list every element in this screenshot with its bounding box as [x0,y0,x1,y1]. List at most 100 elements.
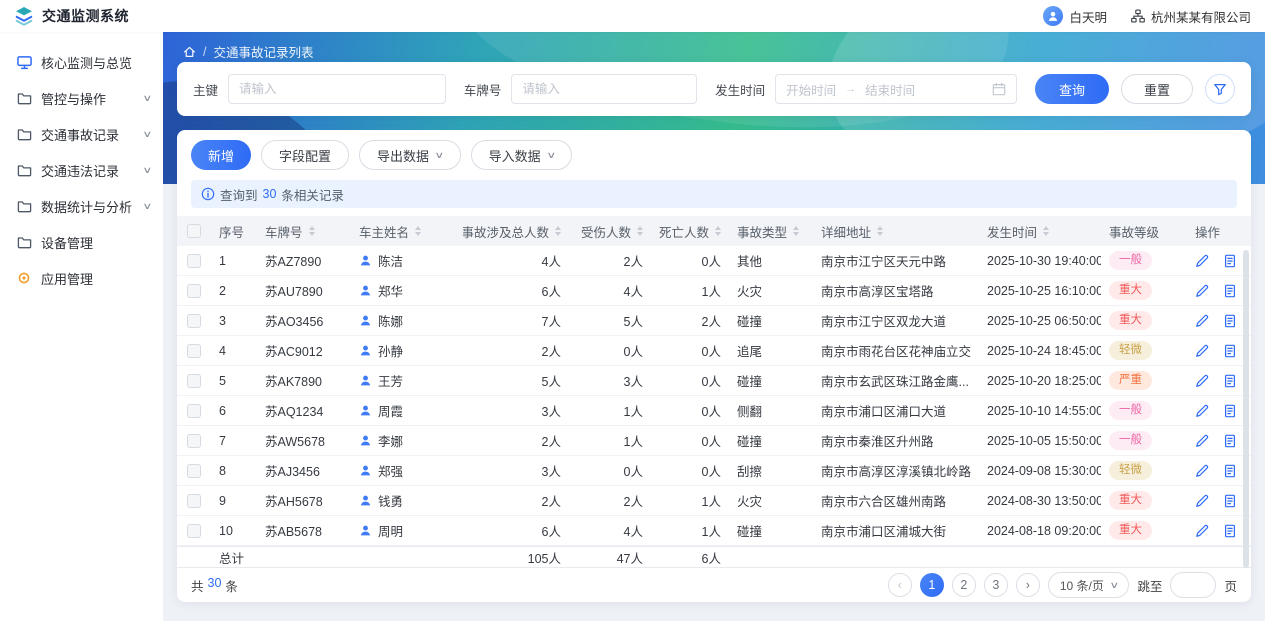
home-icon[interactable] [183,45,196,58]
plate-input[interactable] [511,74,697,104]
sidebar-item-7[interactable]: 应用管理 [0,260,163,296]
cell-time: 2024-08-30 13:50:00 [979,486,1101,515]
page-button-2[interactable]: 2 [952,573,976,597]
cell-injured: 2人 [569,486,651,515]
cell-deaths: 0人 [651,336,729,365]
row-checkbox[interactable] [187,464,201,478]
page-button-3[interactable]: 3 [984,573,1008,597]
cell-owner: 周明 [351,516,463,545]
org-menu[interactable]: 杭州某某有限公司 [1131,7,1251,26]
select-all-cell [177,216,211,246]
cell-plate: 苏AK7890 [257,366,351,395]
edit-icon[interactable] [1195,434,1209,448]
cell-type: 碰撞 [729,516,813,545]
end-time-placeholder: 结束时间 [865,80,915,99]
cell-plate: 苏AZ7890 [257,246,351,275]
row-checkbox[interactable] [187,344,201,358]
view-icon[interactable] [1223,464,1237,478]
sidebar-item-3[interactable]: 交通事故记录∨ [0,116,163,152]
column-header-owner[interactable]: 车主姓名 [351,216,463,246]
cell-owner: 陈洁 [351,246,463,275]
row-checkbox[interactable] [187,434,201,448]
row-checkbox[interactable] [187,314,201,328]
page-button-1[interactable]: 1 [920,573,944,597]
sidebar-item-2[interactable]: 管控与操作∨ [0,80,163,116]
reset-button[interactable]: 重置 [1121,74,1193,104]
view-icon[interactable] [1223,404,1237,418]
total-row: 总计 105人 47人 6人 [177,546,1251,568]
chevron-down-icon: ∨ [546,150,556,161]
cell-total: 6人 [463,516,569,545]
sidebar-item-5[interactable]: 数据统计与分析∨ [0,188,163,224]
field-config-button[interactable]: 字段配置 [261,140,349,170]
edit-icon[interactable] [1195,374,1209,388]
view-icon[interactable] [1223,254,1237,268]
row-checkbox[interactable] [187,374,201,388]
chevron-down-icon: ∨ [143,165,153,176]
row-checkbox[interactable] [187,404,201,418]
column-header-address[interactable]: 详细地址 [813,216,979,246]
time-range-picker[interactable]: 开始时间 → 结束时间 [775,74,1017,104]
add-button[interactable]: 新增 [191,140,251,170]
cell-seq: 1 [211,246,257,275]
filter-button[interactable] [1205,74,1235,104]
column-header-injured[interactable]: 受伤人数 [569,216,651,246]
sidebar-item-6[interactable]: 设备管理 [0,224,163,260]
edit-icon[interactable] [1195,524,1209,538]
sidebar-item-4[interactable]: 交通违法记录∨ [0,152,163,188]
user-menu[interactable]: 白天明 [1043,6,1107,26]
cell-seq: 10 [211,516,257,545]
row-checkbox[interactable] [187,494,201,508]
folder-icon [16,162,32,178]
view-icon[interactable] [1223,374,1237,388]
page-size-select[interactable]: 10 条/页 ∨ [1048,572,1130,598]
edit-icon[interactable] [1195,254,1209,268]
cell-owner: 郑华 [351,276,463,305]
jump-label: 跳至 [1137,576,1162,595]
edit-icon[interactable] [1195,404,1209,418]
jump-page-input[interactable] [1170,572,1216,598]
cell-injured: 0人 [569,456,651,485]
view-icon[interactable] [1223,284,1237,298]
view-icon[interactable] [1223,494,1237,508]
column-header-plate[interactable]: 车牌号 [257,216,351,246]
total-people: 105人 [463,547,569,567]
prev-page-button[interactable]: ‹ [888,573,912,597]
column-header-deaths[interactable]: 死亡人数 [651,216,729,246]
import-button[interactable]: 导入数据 ∨ [471,140,573,170]
cell-time: 2025-10-25 06:50:00 [979,306,1101,335]
row-checkbox[interactable] [187,524,201,538]
cell-deaths: 0人 [651,456,729,485]
sidebar-item-label: 设备管理 [41,233,153,252]
row-checkbox[interactable] [187,284,201,298]
edit-icon[interactable] [1195,464,1209,478]
cell-ops [1187,426,1251,455]
table-row: 8苏AJ3456郑强3人0人0人刮擦南京市高淳区淳溪镇北岭路2024-09-08… [177,456,1251,486]
query-button[interactable]: 查询 [1035,74,1109,104]
column-header-type[interactable]: 事故类型 [729,216,813,246]
edit-icon[interactable] [1195,344,1209,358]
view-icon[interactable] [1223,314,1237,328]
row-checkbox[interactable] [187,254,201,268]
primary-key-input[interactable] [228,74,446,104]
select-all-checkbox[interactable] [187,224,201,238]
edit-icon[interactable] [1195,314,1209,328]
view-icon[interactable] [1223,524,1237,538]
sort-icon [877,226,883,236]
edit-icon[interactable] [1195,494,1209,508]
next-page-button[interactable]: › [1016,573,1040,597]
view-icon[interactable] [1223,344,1237,358]
brand: 交通监测系统 [14,6,129,26]
cell-owner: 王芳 [351,366,463,395]
export-button[interactable]: 导出数据 ∨ [359,140,461,170]
sidebar-item-1[interactable]: 核心监测与总览 [0,44,163,80]
edit-icon[interactable] [1195,284,1209,298]
cell-total: 7人 [463,306,569,335]
column-header-total[interactable]: 事故涉及总人数 [463,216,569,246]
column-header-time[interactable]: 发生时间 [979,216,1101,246]
person-icon [359,254,372,267]
vertical-scrollbar[interactable] [1243,250,1249,568]
view-icon[interactable] [1223,434,1237,448]
target-icon [16,270,32,286]
cell-level: 轻微 [1101,456,1187,485]
